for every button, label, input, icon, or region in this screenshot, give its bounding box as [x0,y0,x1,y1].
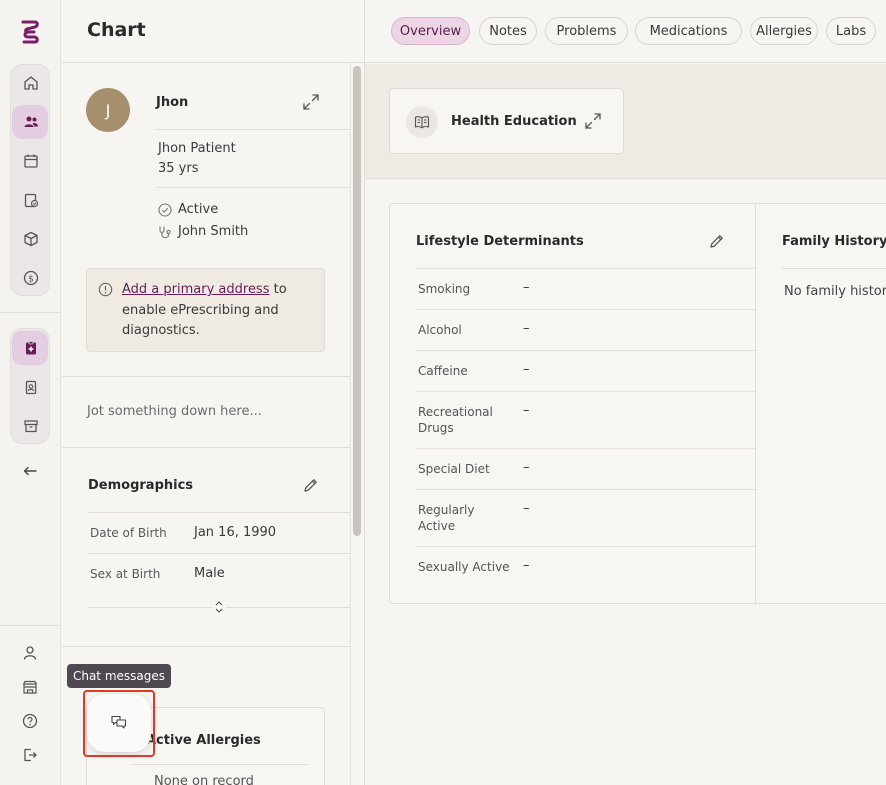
info-icon [98,282,113,297]
divider [416,309,755,310]
lifestyle-title: Lifestyle Determinants [416,234,584,249]
health-education-band: Health Education [365,64,886,179]
patient-full-name: Jhon Patient [158,141,236,156]
lifestyle-value: – [523,501,530,516]
tab-labs[interactable]: Labs [826,17,876,45]
divider [416,489,755,490]
lifestyle-card: Lifestyle Determinants Smoking – Alcohol… [389,203,886,605]
lifestyle-value: – [523,362,530,377]
divider [782,268,886,269]
user-icon[interactable] [19,642,41,664]
sex-value: Male [194,566,225,581]
tabs-bar: Overview Notes Problems Medications Alle… [365,0,886,63]
page-title: Chart [87,19,146,41]
address-notice: Add a primary address to enable ePrescri… [86,268,325,352]
lifestyle-value: – [523,558,530,573]
dob-label: Date of Birth [90,526,167,540]
patient-provider: John Smith [178,224,249,239]
main-content: Overview Notes Problems Medications Alle… [365,0,886,785]
chart-icon[interactable] [20,337,42,359]
nav-group-chart [10,328,50,444]
divider [416,350,755,351]
patient-status: Active [178,202,219,217]
header-divider [62,62,365,63]
health-education-card[interactable]: Health Education [389,88,624,154]
book-icon [406,106,438,138]
divider [416,546,755,547]
package-icon[interactable] [20,228,42,250]
dob-value: Jan 16, 1990 [194,525,277,540]
patients-icon[interactable] [20,111,42,133]
lifestyle-label: Recreational Drugs [418,405,493,435]
chat-tooltip: Chat messages [67,664,171,688]
divider [88,553,350,554]
tab-overview[interactable]: Overview [391,17,470,45]
card-divider [755,204,756,605]
check-circle-icon [158,203,172,217]
tab-notes[interactable]: Notes [479,17,537,45]
rail-divider [0,312,61,313]
lifestyle-label: Special Diet [418,462,490,476]
lifestyle-label: Caffeine [418,364,468,378]
divider [88,512,350,513]
nav-group-main: $ [10,64,50,296]
stethoscope-icon [159,226,171,239]
sex-label: Sex at Birth [90,567,161,581]
divider [156,129,350,130]
expand-collapse-icon[interactable] [212,600,226,614]
divider [62,376,350,377]
panel-scrollbar[interactable] [353,66,361,536]
divider [416,391,755,392]
archive-icon[interactable] [20,415,42,437]
lifestyle-label: Smoking [418,282,471,296]
allergies-title: Active Allergies [146,733,261,748]
logout-icon[interactable] [19,744,41,766]
quick-note-input[interactable]: Jot something down here... [87,404,262,419]
chat-highlight-box [83,690,155,757]
add-address-link[interactable]: Add a primary address [122,282,269,297]
notice-text: Add a primary address to enable ePrescri… [122,280,318,342]
tasks-icon[interactable] [20,189,42,211]
divider [131,764,309,765]
billing-icon[interactable]: $ [20,267,42,289]
lifestyle-label: Regularly Active [418,503,475,533]
lifestyle-value: – [523,321,530,336]
edit-pencil-icon[interactable] [302,477,319,494]
expand-icon[interactable] [302,93,320,111]
edit-pencil-icon[interactable] [708,233,725,250]
divider [62,447,350,448]
back-arrow-icon[interactable] [19,460,41,482]
demographics-title: Demographics [88,478,194,493]
lifestyle-value: – [523,280,530,295]
calendar-icon[interactable] [20,150,42,172]
allergies-empty: None on record [154,774,254,785]
health-education-title: Health Education [451,114,577,129]
lifestyle-value: – [523,460,530,475]
help-icon[interactable] [19,710,41,732]
tab-medications[interactable]: Medications [635,17,742,45]
avatar: J [86,88,130,132]
rail-divider [0,625,61,626]
divider [62,646,350,647]
lifestyle-label: Sexually Active [418,560,510,574]
building-icon[interactable] [19,676,41,698]
home-icon[interactable] [20,72,42,94]
badge-icon[interactable] [20,376,42,398]
divider [156,187,350,188]
lifestyle-label: Alcohol [418,323,462,337]
family-history-empty: No family history [784,284,886,299]
divider [416,268,755,269]
patient-name: Jhon [156,95,189,110]
nav-rail: $ [0,0,61,785]
tab-allergies[interactable]: Allergies [750,17,818,45]
tab-problems[interactable]: Problems [545,17,628,45]
divider [416,448,755,449]
scroll-track [350,63,351,785]
svg-text:$: $ [28,275,34,285]
expand-icon[interactable] [584,112,602,130]
patient-age: 35 yrs [158,161,199,176]
lifestyle-value: – [523,403,530,418]
logo-icon[interactable] [19,19,41,45]
family-history-title: Family History [782,234,886,249]
